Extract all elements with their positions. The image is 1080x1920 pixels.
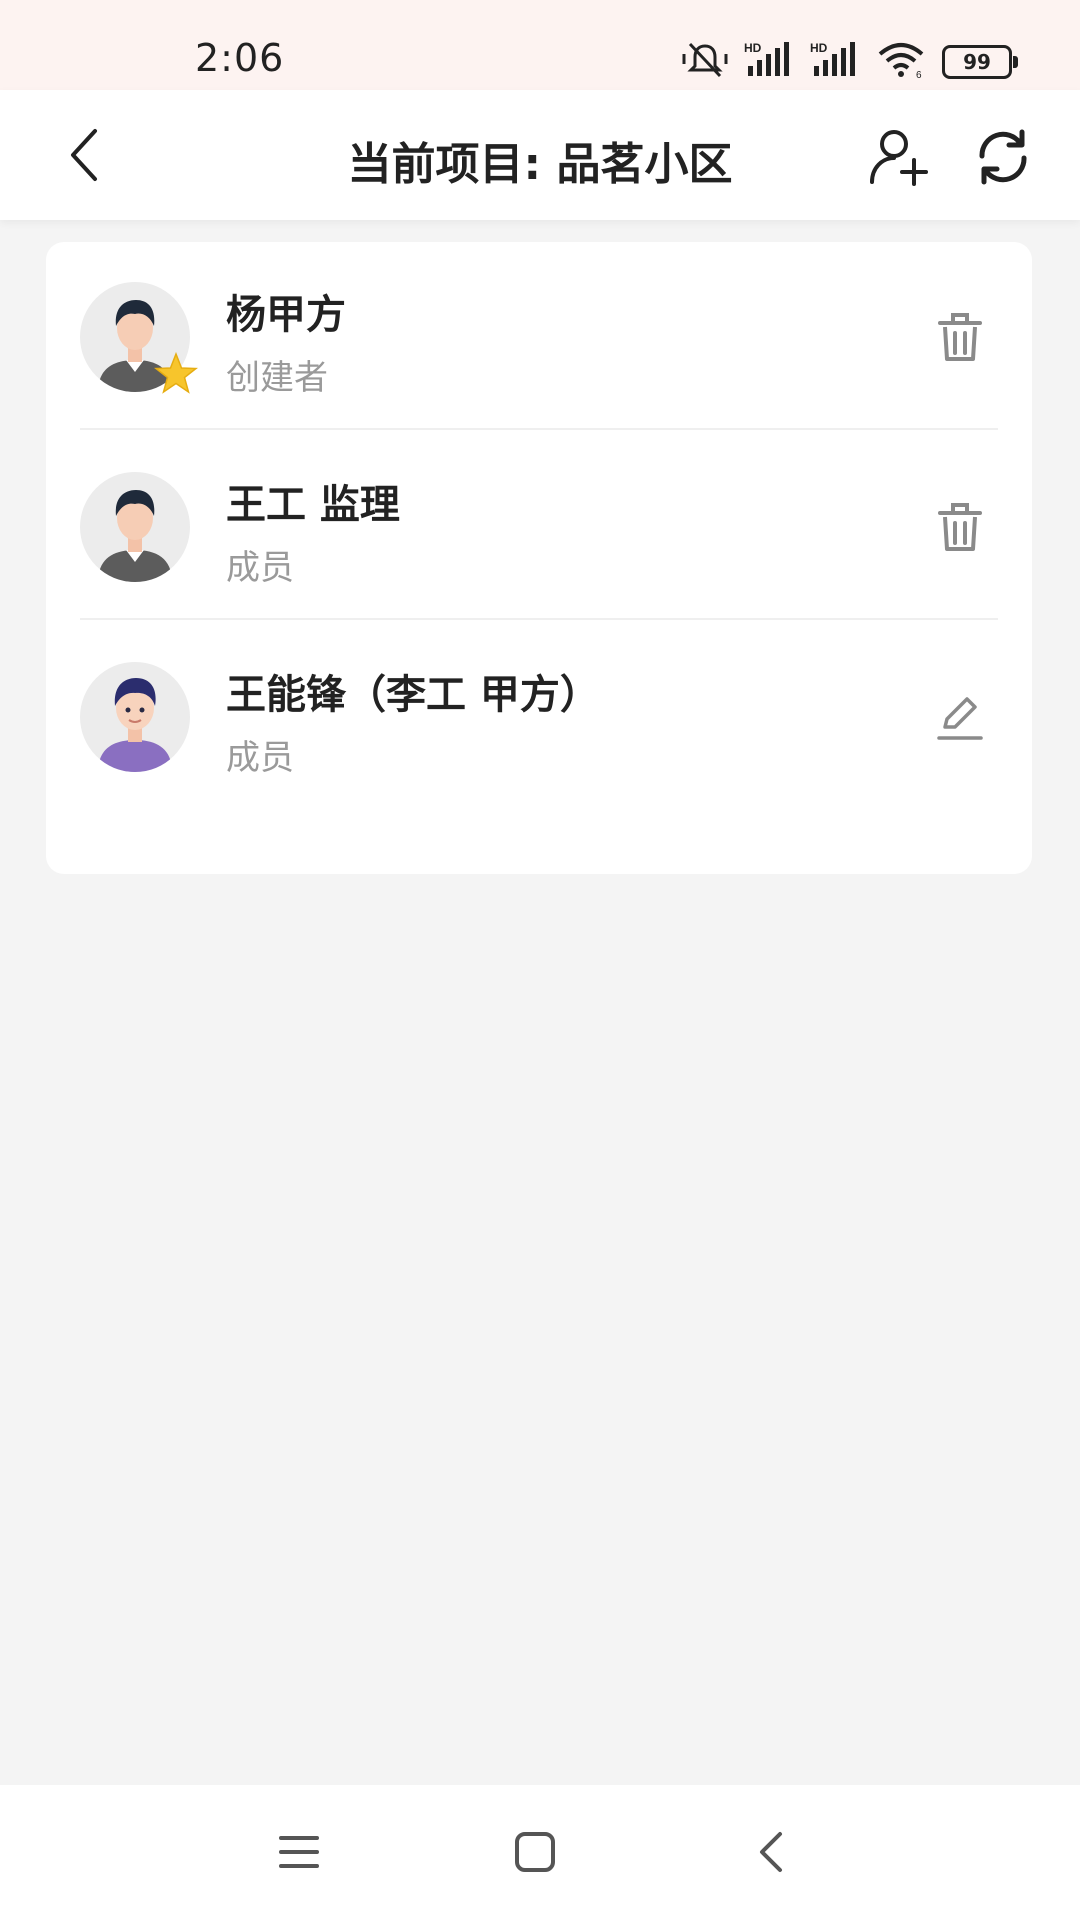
home-icon <box>515 1832 555 1872</box>
battery-level: 99 <box>963 50 991 74</box>
svg-text:6: 6 <box>916 70 922 80</box>
wifi-icon: 6 <box>876 40 926 84</box>
avatar <box>80 662 190 772</box>
svg-text:HD: HD <box>744 41 762 55</box>
menu-button[interactable] <box>264 1817 334 1887</box>
delete-member-button[interactable] <box>922 490 998 566</box>
edit-member-button[interactable] <box>922 680 998 756</box>
system-back-button[interactable] <box>736 1817 806 1887</box>
member-row[interactable]: 王能锋（李工 甲方） 成员 <box>80 622 998 810</box>
member-role: 成员 <box>226 548 294 588</box>
member-role: 成员 <box>226 738 294 778</box>
battery-icon: 99 <box>942 45 1018 79</box>
avatar <box>80 472 190 582</box>
member-row[interactable]: 杨甲方 创建者 <box>80 242 998 430</box>
member-name: 王工 监理 <box>226 482 400 528</box>
mute-vibrate-icon <box>682 40 728 84</box>
status-icons: HD HD 6 99 <box>682 40 1018 84</box>
add-member-button[interactable] <box>862 120 936 194</box>
svg-text:HD: HD <box>810 41 828 55</box>
back-icon <box>760 1832 782 1872</box>
header: 当前项目: 品茗小区 <box>0 90 1080 220</box>
member-name: 杨甲方 <box>226 292 346 338</box>
trash-icon <box>938 503 982 551</box>
trash-icon <box>938 313 982 361</box>
system-nav-bar <box>0 1785 1080 1920</box>
member-row[interactable]: 王工 监理 成员 <box>80 432 998 620</box>
menu-icon <box>279 1836 319 1868</box>
refresh-icon <box>979 129 1027 185</box>
refresh-button[interactable] <box>966 120 1040 194</box>
delete-member-button[interactable] <box>922 300 998 376</box>
member-role: 创建者 <box>226 358 328 398</box>
member-name: 王能锋（李工 甲方） <box>226 672 600 718</box>
status-bar: 2:06 HD HD 6 99 <box>0 0 1080 90</box>
status-time: 2:06 <box>195 36 285 80</box>
add-member-icon <box>870 130 928 186</box>
signal-hd-icon: HD <box>810 40 860 84</box>
member-list-card: 杨甲方 创建者 王工 监理 成员 王能锋（李工 甲方） 成员 <box>46 242 1032 874</box>
signal-hd-icon: HD <box>744 40 794 84</box>
home-button[interactable] <box>500 1817 570 1887</box>
edit-icon <box>937 697 983 740</box>
star-icon <box>154 352 198 394</box>
